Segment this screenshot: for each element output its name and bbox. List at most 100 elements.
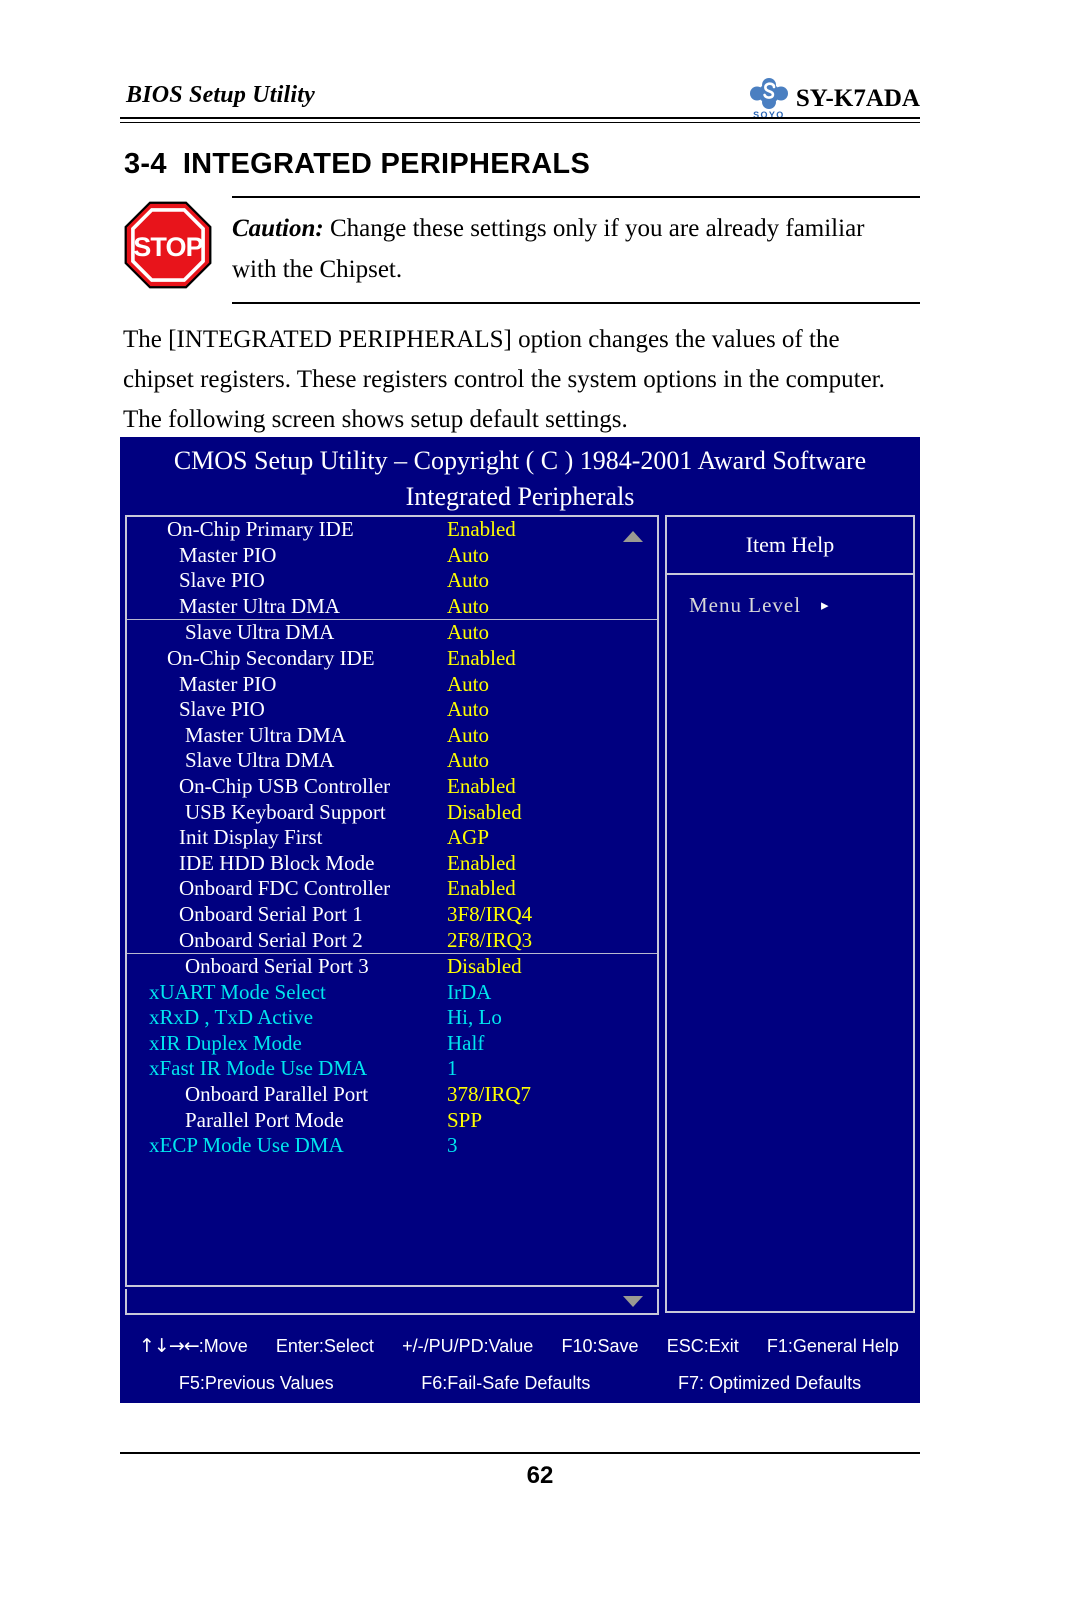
settings-row[interactable]: Slave Ultra DMA Auto <box>127 620 657 646</box>
setting-label: Onboard Parallel Port <box>185 1082 369 1107</box>
settings-row[interactable]: Slave Ultra DMA Auto <box>127 748 657 774</box>
setting-value[interactable]: Enabled <box>447 517 516 543</box>
settings-row[interactable]: IDE HDD Block Mode Enabled <box>127 851 657 877</box>
settings-row[interactable]: Onboard FDC Controller Enabled <box>127 876 657 902</box>
item-help-title: Item Help <box>667 517 913 575</box>
caution-line-2: with the Chipset. <box>232 256 403 283</box>
stop-sign-icon: STOP <box>124 201 212 289</box>
key-hint: ESC:Exit <box>667 1336 739 1357</box>
setting-value[interactable]: Enabled <box>447 876 516 902</box>
settings-row[interactable]: Init Display First AGP <box>127 825 657 851</box>
setting-label: xUART Mode Select <box>149 979 326 1004</box>
scroll-down-arrow-icon[interactable] <box>623 1296 643 1307</box>
menu-level-row: Menu Level ▸ <box>667 575 913 618</box>
key-hint-label: :Move <box>198 1336 248 1356</box>
setting-value[interactable]: 2F8/IRQ3 <box>447 928 532 954</box>
manual-page: BIOS Setup Utility SOYO SY-K7ADA 3-4 INT… <box>0 0 1080 1618</box>
settings-row[interactable]: On-Chip Primary IDE Enabled <box>127 517 657 543</box>
setting-value[interactable]: 3 <box>447 1133 458 1159</box>
settings-row[interactable]: xRxD , TxD Active Hi, Lo <box>127 1005 657 1031</box>
setting-label: Master Ultra DMA <box>185 722 346 747</box>
key-hint: F5:Previous Values <box>178 1372 334 1393</box>
bios-title-line-1: CMOS Setup Utility – Copyright ( C ) 198… <box>173 446 867 475</box>
key-hint-label: ESC:Exit <box>666 1335 739 1356</box>
settings-row[interactable]: Onboard Serial Port 1 3F8/IRQ4 <box>127 902 657 928</box>
setting-value[interactable]: SPP <box>447 1108 482 1134</box>
header-rule <box>120 117 920 119</box>
settings-row[interactable]: Onboard Serial Port 3 Disabled <box>127 954 657 980</box>
setting-value[interactable]: Auto <box>447 543 489 569</box>
soyo-logo-icon: SOYO <box>746 78 792 120</box>
settings-row[interactable]: xECP Mode Use DMA 3 <box>127 1133 657 1159</box>
settings-row[interactable]: Master Ultra DMA Auto <box>127 723 657 749</box>
settings-row[interactable]: Parallel Port Mode SPP <box>127 1108 657 1134</box>
setting-value[interactable]: Auto <box>447 697 489 723</box>
setting-label: Slave Ultra DMA <box>185 620 335 645</box>
setting-value[interactable]: Disabled <box>447 800 522 826</box>
setting-value[interactable]: Auto <box>447 748 489 774</box>
page-number: 62 <box>526 1462 554 1489</box>
setting-value[interactable]: Auto <box>447 568 489 594</box>
setting-label: Onboard FDC Controller <box>179 876 391 901</box>
setting-value[interactable]: Auto <box>447 594 489 620</box>
setting-value[interactable]: Enabled <box>447 851 516 877</box>
bios-title: CMOS Setup Utility – Copyright ( C ) 198… <box>120 443 920 515</box>
settings-row[interactable]: xUART Mode Select IrDA <box>127 980 657 1006</box>
caution-text-1: Change these settings only if you are al… <box>323 215 865 242</box>
settings-row[interactable]: Master PIO Auto <box>127 672 657 698</box>
key-hint: F7: Optimized Defaults <box>678 1372 862 1393</box>
settings-row[interactable]: Master Ultra DMA Auto <box>127 594 657 620</box>
settings-row[interactable]: Slave PIO Auto <box>127 568 657 594</box>
key-hint: +/-/PU/PD:Value <box>402 1336 533 1357</box>
settings-items-host: On-Chip Primary IDE Enabled Master PIO Auto… <box>127 517 657 1159</box>
settings-row[interactable]: On-Chip Secondary IDE Enabled <box>127 646 657 672</box>
setting-value[interactable]: Disabled <box>447 954 522 980</box>
section-title: INTEGRATED PERIPHERALS <box>182 148 591 180</box>
arrow-keys-icon: ↑↓→← <box>139 1335 200 1357</box>
svg-text:STOP: STOP <box>133 232 203 262</box>
footer-rule <box>120 1452 920 1454</box>
setting-value[interactable]: Half <box>447 1031 484 1057</box>
settings-row[interactable]: xIR Duplex Mode Half <box>127 1031 657 1057</box>
setting-value[interactable]: Auto <box>447 620 489 646</box>
intro-line-1: The [INTEGRATED PERIPHERALS] option chan… <box>123 326 840 353</box>
setting-label: Slave Ultra DMA <box>185 748 335 773</box>
setting-value[interactable]: 378/IRQ7 <box>447 1082 531 1108</box>
settings-row[interactable]: xFast IR Mode Use DMA 1 <box>127 1056 657 1082</box>
setting-value[interactable]: 1 <box>447 1056 458 1082</box>
key-hints-row-2: F5:Previous Values F6:Fail-Safe Defaults F… <box>125 1367 915 1399</box>
header-model: SY-K7ADA <box>795 85 920 112</box>
menu-level-label: Menu Level <box>689 593 802 617</box>
setting-label: xRxD , TxD Active <box>149 1005 314 1030</box>
settings-row[interactable]: On-Chip USB Controller Enabled <box>127 774 657 800</box>
item-help-panel: Item Help Menu Level ▸ <box>665 515 915 1313</box>
key-hint-label: F1:General Help <box>766 1335 899 1356</box>
setting-label: Slave PIO <box>179 697 265 722</box>
setting-label: On-Chip Primary IDE <box>167 517 354 541</box>
intro-line-3: The following screen shows setup default… <box>123 406 628 433</box>
setting-value[interactable]: Auto <box>447 672 489 698</box>
setting-value[interactable]: Enabled <box>447 774 516 800</box>
setting-value[interactable]: AGP <box>447 825 489 851</box>
settings-row[interactable]: Onboard Parallel Port 378/IRQ7 <box>127 1082 657 1108</box>
setting-label: Onboard Serial Port 3 <box>185 954 369 979</box>
settings-row[interactable]: Slave PIO Auto <box>127 697 657 723</box>
setting-label: Slave PIO <box>179 568 265 593</box>
settings-row[interactable]: Onboard Serial Port 2 2F8/IRQ3 <box>127 928 657 954</box>
setting-value[interactable]: 3F8/IRQ4 <box>447 902 532 928</box>
settings-row[interactable]: USB Keyboard Support Disabled <box>127 800 657 826</box>
key-hint: F6:Fail-Safe Defaults <box>421 1372 591 1393</box>
chevron-right-icon: ▸ <box>821 598 830 614</box>
settings-row[interactable]: Master PIO Auto <box>127 543 657 569</box>
key-hint-label: F10:Save <box>561 1335 639 1356</box>
list-scroll-down-strip[interactable] <box>125 1289 659 1315</box>
settings-list[interactable]: On-Chip Primary IDE Enabled Master PIO Auto… <box>125 515 659 1287</box>
setting-value[interactable]: Enabled <box>447 646 516 672</box>
setting-label: xECP Mode Use DMA <box>149 1133 344 1158</box>
setting-value[interactable]: IrDA <box>447 980 491 1006</box>
setting-value[interactable]: Auto <box>447 723 489 749</box>
setting-value[interactable]: Hi, Lo <box>447 1005 502 1031</box>
intro-line-2: chipset registers. These registers contr… <box>123 366 885 393</box>
setting-label: xIR Duplex Mode <box>149 1030 302 1055</box>
setting-label: Master PIO <box>179 671 277 696</box>
